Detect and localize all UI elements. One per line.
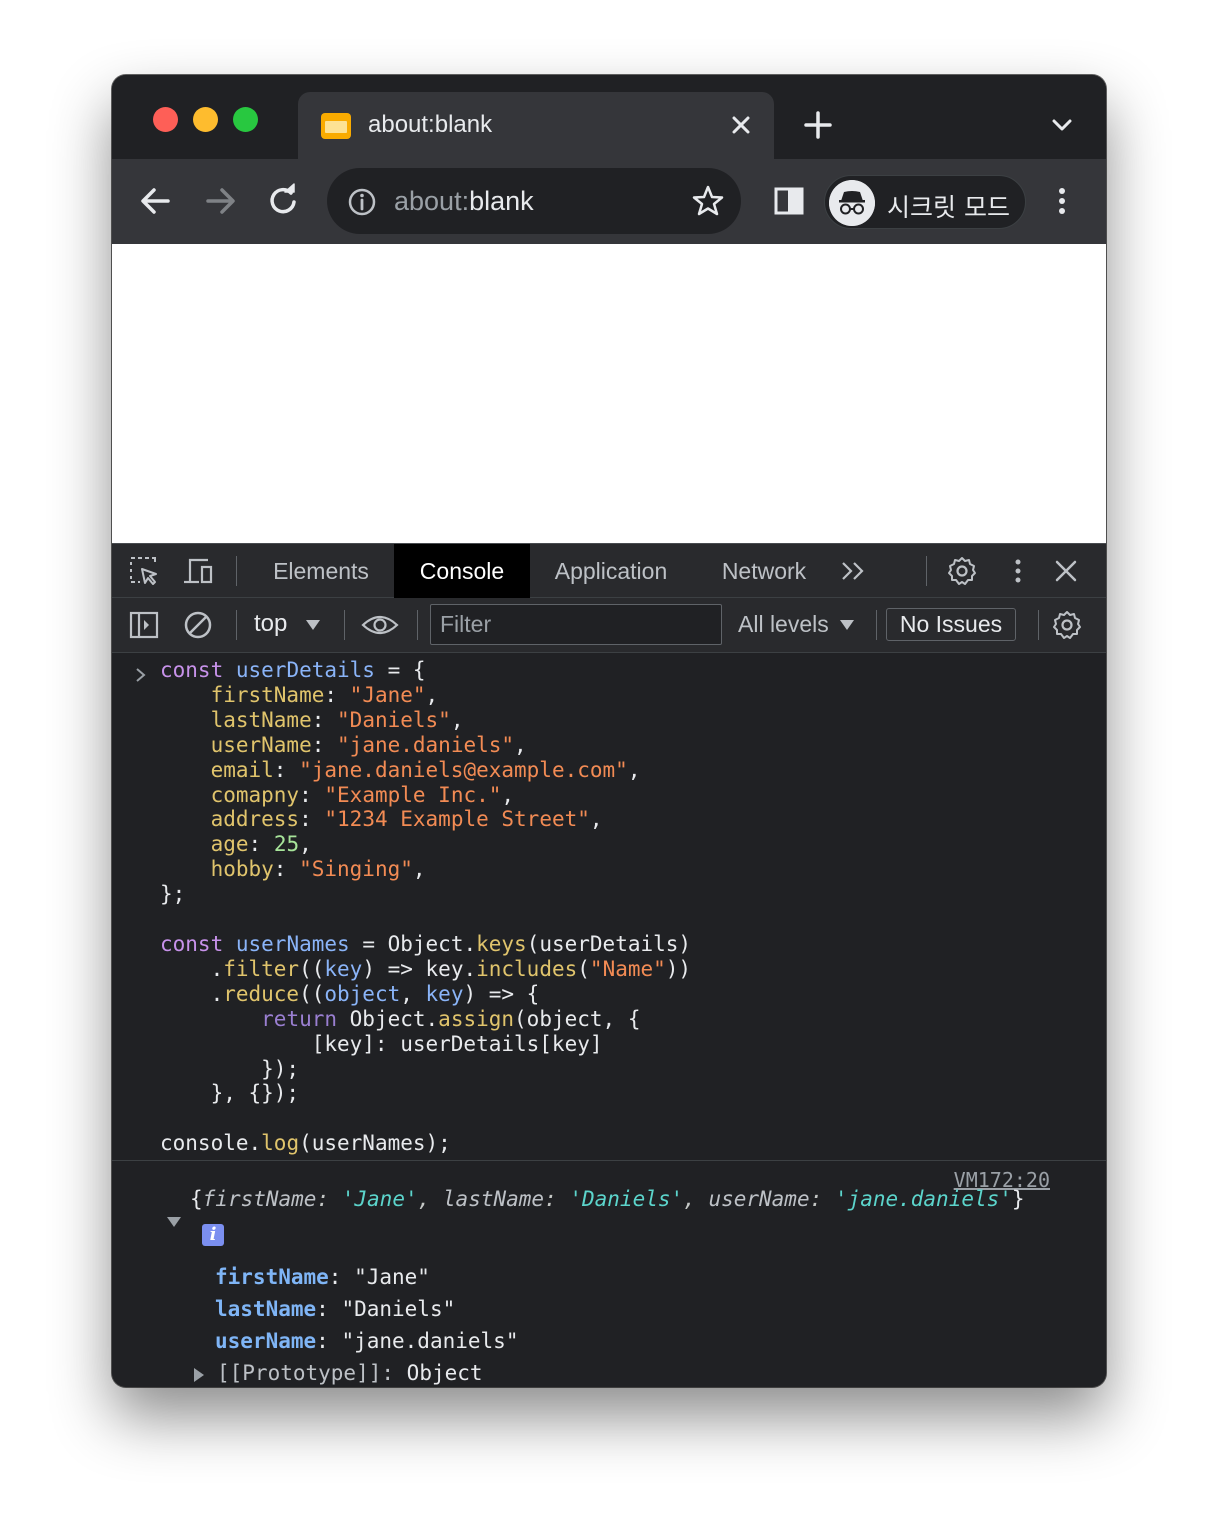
devtools-menu-icon[interactable] [1002,555,1034,587]
filter-box[interactable] [430,604,722,645]
context-caret-icon[interactable] [304,618,322,632]
property-value: "Daniels" [341,1297,456,1321]
tab-title: about:blank [368,111,493,138]
issues-button[interactable]: No Issues [886,608,1016,641]
incognito-label: 시크릿 모드 [887,193,1010,222]
console-output[interactable]: const userDetails = { firstName: "Jane",… [112,653,1106,1387]
close-window-button[interactable] [153,107,178,132]
filter-input[interactable] [431,605,721,644]
object-summary[interactable]: {firstName: 'Jane', lastName: 'Daniels',… [190,1187,1025,1211]
devtools-tab-bar: Elements Console Application Network [112,543,1106,598]
property-separator: : [381,1361,407,1385]
bookmark-star-icon[interactable] [691,184,725,218]
console-message-divider [112,1160,1106,1161]
browser-window: about:blank about:blank 시크릿 모드 Elements … [112,75,1106,1387]
expand-caret-right-icon[interactable] [192,1367,206,1383]
expand-caret-down-icon[interactable] [166,1215,182,1229]
tab-about-blank[interactable]: about:blank [298,92,774,159]
more-menu-icon[interactable] [1046,181,1078,221]
incognito-profile-button[interactable]: 시크릿 모드 [824,175,1026,229]
settings-gear-icon[interactable] [946,555,978,587]
toolbar-divider [236,610,237,640]
toolbar-divider [876,610,877,640]
back-arrow-icon[interactable] [136,181,176,221]
page-viewport[interactable] [112,244,1106,543]
property-separator: : [316,1329,342,1353]
property-value: "jane.daniels" [341,1329,519,1353]
side-panel-icon[interactable] [769,181,809,221]
console-toolbar: top All levels No Issues [112,598,1106,653]
object-property-row: firstName: "Jane" [215,1265,430,1289]
object-property-row: lastName: "Daniels" [215,1297,455,1321]
close-tab-icon[interactable] [726,110,756,140]
console-sidebar-icon[interactable] [128,609,160,641]
page-favicon-icon [321,113,351,139]
object-property-row: userName: "jane.daniels" [215,1329,518,1353]
input-prompt-chevron-icon [136,668,146,682]
live-expression-eye-icon[interactable] [361,609,399,641]
chevron-down-icon[interactable] [1048,111,1076,139]
tab-strip: about:blank [112,75,1106,159]
prototype-row[interactable]: [[Prototype]]: Object [217,1361,483,1385]
prototype-value: Object [406,1361,483,1385]
close-devtools-icon[interactable] [1050,555,1082,587]
tab-console[interactable]: Console [394,544,530,598]
zoom-window-button[interactable] [233,107,258,132]
console-settings-gear-icon[interactable] [1051,609,1083,641]
toolbar-divider [926,556,927,586]
address-bar[interactable]: about:blank [327,168,741,234]
tab-elements[interactable]: Elements [254,544,388,598]
execution-context-select[interactable]: top [254,610,287,638]
address-text: about:blank [394,186,534,216]
property-separator: : [316,1297,342,1321]
incognito-icon [829,180,875,226]
device-toolbar-icon[interactable] [182,555,214,587]
prototype-key: [[Prototype]] [217,1361,382,1385]
toolbar-divider [344,610,345,640]
reload-icon[interactable] [264,181,304,221]
property-key: userName [215,1329,317,1353]
inspect-element-icon[interactable] [128,555,160,587]
forward-arrow-icon[interactable] [200,181,240,221]
info-icon[interactable] [347,187,377,217]
levels-caret-icon[interactable] [839,618,855,631]
tab-application[interactable]: Application [536,544,686,598]
log-levels-dropdown[interactable]: All levels [738,611,829,638]
property-key: lastName [215,1297,317,1321]
tab-network[interactable]: Network [698,544,830,598]
browser-toolbar: about:blank 시크릿 모드 [112,159,1106,244]
info-badge-icon[interactable]: i [202,1224,224,1246]
devtools-panel: Elements Console Application Network top… [112,543,1106,1387]
new-tab-icon[interactable] [802,109,834,141]
clear-console-icon[interactable] [182,609,214,641]
toolbar-divider [1038,610,1039,640]
toolbar-divider [417,610,418,640]
console-input-code[interactable]: const userDetails = { firstName: "Jane",… [160,658,691,1156]
minimize-window-button[interactable] [193,107,218,132]
more-tabs-chevron-icon[interactable] [838,555,870,587]
toolbar-divider [236,556,237,586]
